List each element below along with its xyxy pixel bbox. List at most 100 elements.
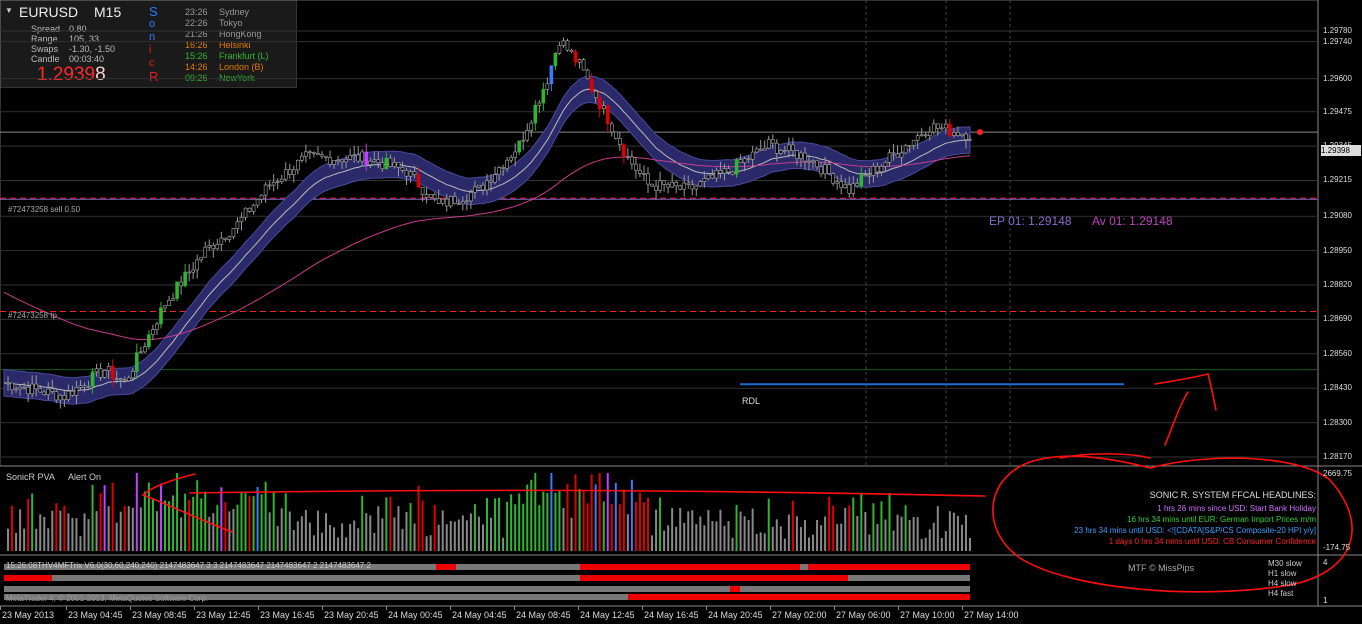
volume-bar: [449, 520, 452, 551]
candle-body: [589, 78, 594, 92]
candle-body: [803, 152, 807, 162]
volume-bar: [960, 524, 963, 551]
candle-body: [783, 150, 787, 152]
volume-bar: [272, 492, 275, 551]
candle-body: [98, 368, 103, 378]
volume-bar: [341, 523, 344, 551]
candle-body: [412, 171, 417, 175]
volume-bar: [775, 519, 778, 551]
candle-body: [352, 154, 356, 157]
candle-body: [279, 178, 284, 183]
time-tick-label: 23 May 12:45: [196, 610, 251, 620]
candle-body: [296, 160, 300, 171]
candle-body: [255, 199, 260, 206]
candle-body: [187, 271, 191, 274]
candle-body: [899, 152, 904, 158]
volume-bar: [558, 491, 561, 551]
candle-body: [799, 152, 803, 159]
volume-bar: [755, 534, 758, 551]
candle-body: [348, 155, 352, 160]
volume-bar: [727, 521, 730, 551]
volume-bar: [333, 527, 336, 551]
volume-bar: [494, 498, 497, 551]
volume-bar: [87, 519, 90, 551]
volume-bar: [445, 524, 448, 551]
candle-body: [42, 391, 47, 395]
candle-body: [251, 204, 256, 212]
candle-body: [726, 168, 731, 173]
candle-body: [199, 256, 204, 261]
candle-body: [239, 216, 244, 223]
candle-body: [155, 323, 159, 330]
volume-bar: [43, 516, 46, 551]
time-tick-label: 27 May 14:00: [964, 610, 1019, 620]
candle-body: [380, 162, 385, 170]
candle-body: [38, 388, 43, 393]
candle-body: [779, 150, 783, 154]
volume-bar: [663, 530, 666, 551]
candle-body: [710, 174, 715, 179]
candle-body: [74, 387, 79, 396]
candle-body: [102, 370, 107, 378]
candle-body: [183, 271, 187, 287]
candle-body: [207, 244, 212, 248]
alert-status: Alert On: [68, 472, 102, 482]
volume-bar: [828, 496, 831, 551]
volume-bar: [11, 505, 14, 551]
price-tick-label: 1.28430: [1323, 383, 1352, 393]
volume-bar: [626, 514, 629, 551]
volume-bar: [751, 508, 754, 551]
time-tick-label: 23 May 04:45: [68, 610, 123, 620]
trix-row-label: H1 slow: [1268, 569, 1297, 578]
candle-body: [891, 152, 896, 155]
arrow-annotation: [1154, 373, 1217, 411]
volume-bar: [522, 503, 525, 551]
volume-bar: [610, 503, 613, 551]
volume-bar: [848, 505, 851, 551]
candle-body: [686, 182, 691, 185]
hand-drawn-annotations: [141, 373, 1353, 593]
candle-body: [163, 305, 167, 309]
candle-body: [122, 379, 127, 381]
volume-bar: [546, 492, 549, 551]
candle-body: [203, 246, 208, 258]
trix-row-label: M30 slow: [1268, 559, 1302, 568]
volume-bar: [574, 474, 577, 551]
candle-body: [927, 131, 932, 136]
volume-bar: [824, 516, 827, 551]
candle-body: [6, 382, 10, 385]
volume-bar: [421, 500, 424, 551]
candle-body: [593, 90, 598, 98]
candle-body: [360, 151, 365, 162]
tp-order-label: #72473258 tp: [8, 311, 57, 320]
candle-body: [895, 153, 900, 158]
candle-body: [143, 346, 147, 353]
candle-body: [903, 145, 908, 154]
price-tick-label: 1.28820: [1323, 280, 1352, 289]
volume-bar: [502, 537, 505, 551]
time-tick: [770, 606, 771, 610]
candle-body: [605, 105, 610, 125]
candle-body: [275, 181, 280, 184]
candle-body: [770, 139, 775, 144]
volume-bar: [31, 493, 34, 551]
candle-body: [855, 183, 860, 187]
candle-body: [654, 185, 658, 191]
ffcal-headlines: SONIC R. SYSTEM FFCAL HEADLINES: 1 hrs 2…: [1074, 490, 1316, 547]
volume-bar: [236, 504, 239, 551]
trix-row-label: H4 slow: [1268, 579, 1297, 588]
candle-body: [46, 388, 51, 395]
candle-body: [650, 183, 654, 187]
volume-bar: [812, 534, 815, 551]
candle-body: [90, 371, 95, 387]
volume-bar: [622, 489, 625, 551]
candle-body: [533, 105, 538, 124]
candle-body: [734, 159, 739, 175]
candle-body: [489, 180, 493, 183]
candle-body: [147, 334, 151, 348]
volume-bar: [840, 523, 843, 551]
volume-bar: [836, 524, 839, 551]
candle-body: [919, 134, 924, 137]
candle-body: [235, 221, 240, 229]
price-tick-label: 1.28690: [1323, 314, 1352, 324]
